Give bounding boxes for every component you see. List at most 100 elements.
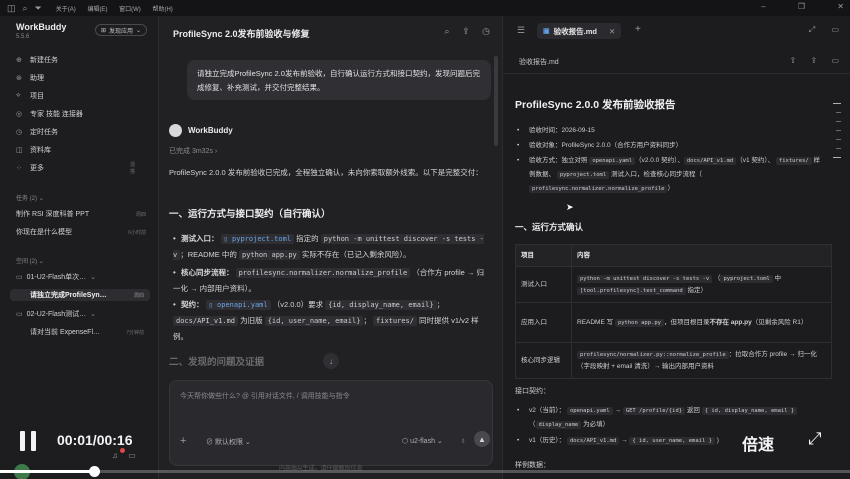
nav-label: 定时任务 [30, 129, 58, 136]
sidebar-toggle-icon[interactable]: ◫ [7, 3, 16, 14]
task-item[interactable]: 请对当前 ExpenseFl… 7分钟前 [30, 326, 144, 338]
playback-speed-button[interactable]: 倍速 [742, 431, 774, 455]
task-item[interactable]: 你现在是什么模型 6小时前 [16, 226, 146, 238]
progress-knob[interactable] [88, 466, 100, 477]
discover-apps-button[interactable]: ⊞ 发现应用 ⌄ [95, 24, 148, 36]
tab-bar-actions: ⤢ ▭ [795, 25, 839, 35]
upload-icon[interactable]: ⇧ [790, 56, 797, 65]
add-tab-icon[interactable]: + [635, 24, 641, 35]
tasks-header[interactable]: 任务 (2) ⌄ [16, 193, 44, 202]
chat-input-box[interactable]: 今天帮你做些什么? @ 引用对话文件, / 调用技能与指令 + ⊘ 默认权限 ⌄… [169, 380, 493, 466]
folder-icon[interactable]: ▭ [831, 56, 839, 65]
nav-expert[interactable]: ◎ 专家 技能 连接器 [16, 108, 83, 120]
inline-code: openapi.yaml [589, 157, 636, 165]
panel-icon[interactable]: ▭ [128, 451, 136, 460]
task-label: 制作 RSI 深度科普 PPT [16, 211, 90, 218]
pause-icon[interactable] [31, 431, 36, 451]
outline-minimap[interactable] [833, 103, 841, 166]
file-link[interactable]: ▯ pyproject.toml [220, 234, 295, 244]
table-header: 项目 [515, 244, 572, 267]
hamburger-icon[interactable]: ☰ [517, 25, 525, 36]
completion-status[interactable]: 已完成 3m32s › [169, 146, 217, 156]
group-item[interactable]: ▭ 02-U2-Flash测试… ⌄ [16, 308, 146, 320]
completion-label: 已完成 3m32s [169, 148, 213, 155]
doc-actions: ⇧ ⇪ ▭ [778, 56, 839, 65]
nav-more[interactable]: ⁘ 更多 混搭 [16, 162, 135, 175]
menu-edit[interactable]: 编辑(E) [87, 7, 107, 13]
task-item[interactable]: 制作 RSI 深度科普 PPT 周四 [16, 208, 146, 220]
workbuddy-logo-icon [169, 124, 182, 137]
share-icon[interactable]: ⇪ [811, 56, 818, 65]
history-icon[interactable]: ◷ [482, 26, 490, 36]
table-cell: 应用入口 [515, 302, 572, 343]
active-task-item[interactable]: 请独立完成ProfileSyn… 周四 [10, 289, 150, 301]
video-progress-bar[interactable] [0, 466, 850, 477]
scroll-down-button[interactable]: ↓ [323, 353, 339, 369]
panel-icon[interactable]: ▭ [831, 25, 839, 34]
shield-icon: ⊘ [206, 439, 215, 446]
meta-item: • 验收对象：ProfileSync 2.0.0（合作方用户资料同步） [517, 142, 683, 149]
nav-assistant[interactable]: ⊛ 助理 [16, 72, 44, 84]
nav-scheduled[interactable]: ◷ 定时任务 [16, 126, 58, 138]
model-selector[interactable]: ⬡ u2-flash ⌄ [402, 437, 443, 445]
run-mode-table: 项目 内容 测试入口 python -m unittest discover -… [515, 244, 832, 379]
file-link[interactable]: ▯ openapi.yaml [205, 300, 271, 310]
nav-label: 新建任务 [30, 57, 58, 64]
group-item[interactable]: ▭ 01-U2-Flash单次… ⌄ [16, 271, 146, 283]
minimize-icon[interactable]: – [761, 2, 765, 11]
search-icon[interactable]: ⌕ [445, 26, 450, 36]
tab-report[interactable]: ▣ 验收报告.md ✕ [537, 23, 622, 39]
table-row: 核心同步逻辑 profilesync/normalizer.py::normal… [515, 342, 832, 379]
arrow-up-icon: ▲ [478, 434, 486, 444]
permission-selector[interactable]: ⊘ 默认权限 ⌄ [206, 437, 251, 447]
scrollbar[interactable] [494, 56, 498, 146]
microphone-icon[interactable]: ♁ [460, 436, 466, 445]
send-button[interactable]: ▲ [474, 431, 490, 447]
meta-item-method: • 验收方式：独立对照 openapi.yaml （v2.0.0 契约）、 docs… [517, 157, 821, 193]
inline-code: [tool.profilesync].test_command [577, 286, 686, 295]
menu-about[interactable]: 关于(A) [56, 7, 76, 13]
doc-toolbar: 验收报告.md ⇧ ⇪ ▭ [503, 46, 850, 74]
attach-plus-icon[interactable]: + [180, 435, 186, 447]
nav-new-task[interactable]: ⊕ 新建任务 [16, 54, 58, 66]
meta-item: • 验收时间：2026-09-15 [517, 127, 595, 134]
nav-label: 更多 [30, 165, 44, 172]
arrow-down-icon: ↓ [329, 356, 333, 366]
search-icon[interactable]: ⌕ [23, 3, 28, 14]
share-icon[interactable]: ⇪ [462, 26, 470, 36]
chat-panel: ProfileSync 2.0发布前验收与修复 ⌕ ⇪ ◷ 请独立完成Profi… [158, 16, 502, 479]
nav-library[interactable]: ◫ 资料库 [16, 144, 51, 156]
progress-fill [0, 470, 94, 473]
file-icon: ▯ [223, 235, 233, 243]
menu-window[interactable]: 窗口(W) [119, 7, 141, 13]
text: ） [667, 185, 674, 192]
bell-icon[interactable]: ♫ [112, 451, 118, 460]
text: 为必填） [583, 421, 610, 428]
spaces-header[interactable]: 空间 (2) ⌄ [16, 256, 44, 265]
nav-project[interactable]: ⟡ 项目 [16, 90, 44, 102]
text: 返回 [686, 407, 700, 414]
chat-input-placeholder[interactable]: 今天帮你做些什么? @ 引用对话文件, / 调用技能与指令 [180, 391, 350, 401]
inline-code: { id, user_name, email } [629, 437, 715, 445]
menu-help[interactable]: 帮助(H) [152, 7, 172, 13]
chevron-down-icon: ⌄ [38, 196, 44, 202]
sidebar: WorkBuddy 5.5.6 ⊞ 发现应用 ⌄ ⊕ 新建任务 ⊛ 助理 ⟡ 项… [0, 16, 158, 479]
chevron-down-icon: ⌄ [90, 311, 97, 318]
meta-label: 验收对象： [529, 142, 562, 149]
expand-icon[interactable]: ⤢ [809, 25, 815, 34]
contract-item: • v1（历史）： docs/API_v1.md → { id, user_na… [517, 437, 719, 445]
pause-icon[interactable] [20, 431, 25, 451]
text: README 写 [577, 318, 614, 326]
table-cell: README 写 python app.py ，但项目根目录不存在 app.py（… [571, 302, 832, 343]
maximize-icon[interactable]: ❐ [798, 2, 805, 11]
filter-icon[interactable]: ⏷ [35, 3, 42, 14]
text: ； [436, 300, 445, 309]
close-icon[interactable]: ✕ [837, 2, 844, 11]
close-icon[interactable]: ✕ [609, 27, 615, 36]
inline-code: display_name [535, 421, 582, 429]
task-time: 7分钟前 [126, 329, 144, 336]
fullscreen-icon[interactable]: ⤢ [808, 429, 822, 449]
inline-code: profilesync.normalizer.normalize_profile [235, 268, 411, 278]
task-time: 6小时前 [128, 229, 146, 236]
text: （v2.0.0）要求 [272, 300, 324, 309]
